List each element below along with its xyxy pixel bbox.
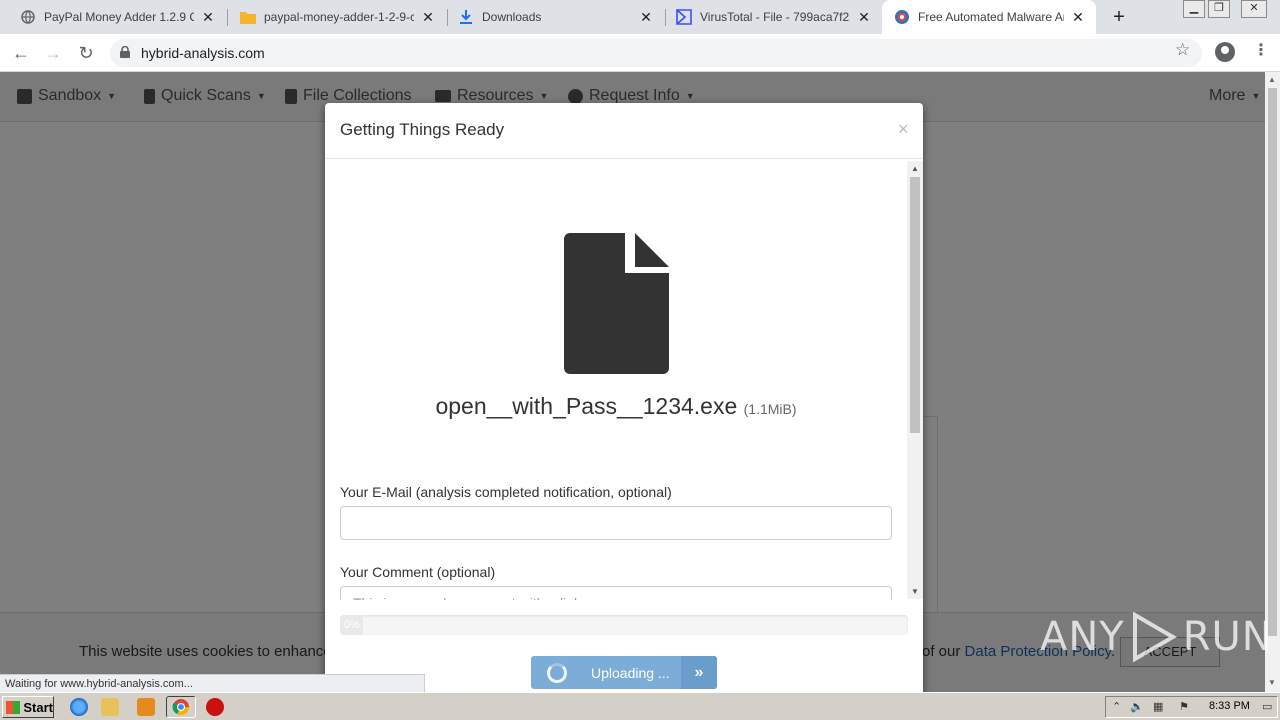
tab-title: Free Automated Malware Analysis bbox=[918, 10, 1064, 24]
tab-close-icon[interactable]: ✕ bbox=[638, 9, 654, 25]
modal-body: open__with_Pass__1234.exe (1.1MiB) Your … bbox=[325, 160, 923, 600]
tab-close-icon[interactable]: ✕ bbox=[1070, 9, 1086, 25]
windows-taskbar: Start ⌃ 🔈 ▦ ⚑ 8:33 PM ▭ bbox=[0, 692, 1280, 720]
scroll-up-arrow-icon[interactable]: ▲ bbox=[911, 164, 919, 173]
virustotal-icon bbox=[676, 9, 692, 25]
windows-flag-icon bbox=[6, 700, 21, 714]
tab-title: VirusTotal - File - 799aca7f25d7 bbox=[700, 10, 850, 24]
chrome-taskbar-button[interactable] bbox=[166, 696, 196, 718]
back-arrow-icon[interactable]: ← bbox=[8, 40, 34, 66]
tab-hybrid-analysis[interactable]: Free Automated Malware Analysis ✕ bbox=[882, 0, 1096, 34]
antivirus-icon[interactable] bbox=[206, 698, 224, 716]
tab-close-icon[interactable]: ✕ bbox=[856, 9, 872, 25]
page-scroll-thumb[interactable] bbox=[1268, 88, 1277, 636]
tab-close-icon[interactable]: ✕ bbox=[200, 9, 216, 25]
hybrid-analysis-icon bbox=[894, 9, 910, 25]
url-text: hybrid-analysis.com bbox=[141, 45, 265, 61]
file-size: (1.1MiB) bbox=[743, 401, 797, 417]
modal-scrollbar[interactable]: ▲ ▼ bbox=[907, 161, 923, 599]
volume-icon[interactable]: 🔈 bbox=[1130, 701, 1144, 713]
file-icon bbox=[564, 233, 669, 374]
tab-title: PayPal Money Adder 1.2.9 Crack bbox=[44, 10, 194, 24]
download-icon bbox=[458, 9, 474, 25]
scroll-down-arrow-icon[interactable]: ▼ bbox=[911, 587, 919, 596]
media-player-icon[interactable] bbox=[137, 698, 155, 716]
page-scrollbar[interactable]: ▲ ▼ bbox=[1265, 72, 1280, 692]
watermark-any: ANY bbox=[1040, 614, 1125, 660]
uploading-label: Uploading ... bbox=[591, 664, 670, 681]
scroll-down-arrow-icon[interactable]: ▼ bbox=[1268, 678, 1276, 687]
tab-title: Downloads bbox=[482, 10, 542, 24]
minimize-icon[interactable]: ▁ bbox=[1183, 0, 1205, 18]
email-label: Your E-Mail (analysis completed notifica… bbox=[340, 484, 672, 500]
bookmark-star-icon[interactable]: ☆ bbox=[1175, 40, 1190, 60]
status-bubble: Waiting for www.hybrid-analysis.com... bbox=[0, 674, 425, 692]
tab-strip: PayPal Money Adder 1.2.9 Crack ✕ paypal-… bbox=[0, 0, 1280, 34]
tab-paypal-folder[interactable]: paypal-money-adder-1-2-9-crack ✕ bbox=[228, 0, 446, 34]
reload-icon[interactable]: ↻ bbox=[73, 40, 99, 66]
restore-icon[interactable]: ❐ bbox=[1208, 0, 1230, 18]
folder-icon bbox=[240, 9, 256, 25]
browser-toolbar: ← → ↻ hybrid-analysis.com bbox=[0, 34, 1280, 72]
browser-menu-icon[interactable]: ⋮ bbox=[1253, 40, 1269, 60]
file-name-text: open__with_Pass__1234.exe bbox=[435, 393, 738, 419]
internet-explorer-icon[interactable] bbox=[70, 698, 88, 716]
globe-icon bbox=[20, 9, 36, 25]
window-close-icon[interactable]: ✕ bbox=[1241, 0, 1267, 18]
clock: 8:33 PM bbox=[1209, 700, 1250, 712]
tray-expand-icon[interactable]: ⌃ bbox=[1112, 701, 1124, 713]
comment-field[interactable]: This is a sample comment with a link bbox=[340, 586, 892, 600]
lock-icon bbox=[120, 46, 130, 58]
progress-fill: 0% bbox=[340, 615, 363, 635]
system-tray: ⌃ 🔈 ▦ ⚑ 8:33 PM ▭ bbox=[1105, 696, 1278, 718]
start-label: Start bbox=[23, 699, 53, 715]
email-field[interactable] bbox=[340, 506, 892, 540]
file-explorer-icon[interactable] bbox=[101, 698, 119, 716]
spinner-icon bbox=[547, 662, 567, 683]
chrome-icon bbox=[172, 699, 190, 716]
modal-header: Getting Things Ready × bbox=[325, 103, 923, 159]
modal-scroll-thumb[interactable] bbox=[910, 177, 920, 433]
show-desktop-icon[interactable]: ▭ bbox=[1262, 701, 1274, 713]
address-bar[interactable]: hybrid-analysis.com bbox=[110, 39, 1202, 67]
play-triangle-icon bbox=[1132, 612, 1177, 662]
modal-title: Getting Things Ready bbox=[340, 120, 505, 139]
flag-icon[interactable]: ⚑ bbox=[1179, 701, 1191, 713]
account-avatar-icon[interactable] bbox=[1215, 42, 1235, 62]
upload-modal: Getting Things Ready × open__with_Pass__… bbox=[325, 103, 923, 703]
network-icon[interactable]: ▦ bbox=[1153, 701, 1165, 713]
upload-progress-bar: 0% bbox=[340, 615, 908, 635]
start-button[interactable]: Start bbox=[2, 696, 54, 718]
tab-downloads[interactable]: Downloads ✕ bbox=[446, 0, 664, 34]
anyrun-watermark: ANY RUN bbox=[1040, 612, 1273, 662]
modal-close-button[interactable]: × bbox=[898, 119, 909, 140]
double-chevron-right-icon: » bbox=[681, 656, 717, 689]
uploading-button[interactable]: Uploading ... » bbox=[531, 656, 717, 689]
tab-paypal-money-adder[interactable]: PayPal Money Adder 1.2.9 Crack ✕ bbox=[8, 0, 226, 34]
scroll-up-arrow-icon[interactable]: ▲ bbox=[1268, 75, 1276, 84]
forward-arrow-icon[interactable]: → bbox=[40, 40, 66, 66]
tab-virustotal[interactable]: VirusTotal - File - 799aca7f25d7 ✕ bbox=[664, 0, 882, 34]
tab-close-icon[interactable]: ✕ bbox=[420, 9, 436, 25]
file-name: open__with_Pass__1234.exe (1.1MiB) bbox=[325, 393, 907, 420]
comment-label: Your Comment (optional) bbox=[340, 564, 496, 580]
new-tab-button[interactable]: + bbox=[1109, 7, 1129, 27]
tab-title: paypal-money-adder-1-2-9-crack bbox=[264, 10, 414, 24]
watermark-run: RUN bbox=[1182, 614, 1273, 660]
